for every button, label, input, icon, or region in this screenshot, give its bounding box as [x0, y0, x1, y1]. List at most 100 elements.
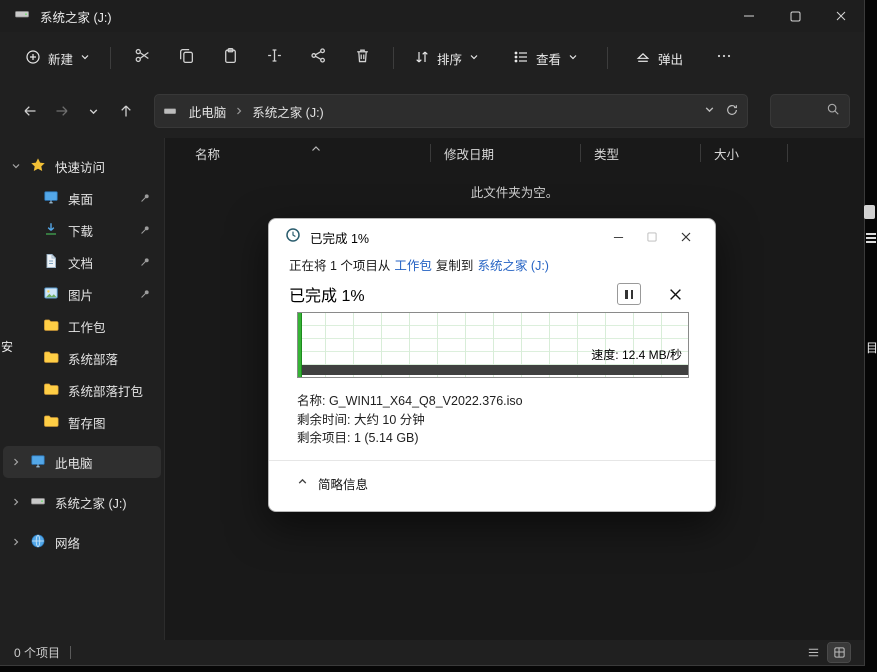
- sidebar-item-label: 暂存图: [68, 413, 106, 432]
- close-button[interactable]: [818, 0, 864, 32]
- status-separator: [70, 646, 71, 659]
- maximize-button[interactable]: [772, 0, 818, 32]
- sidebar-item-documents[interactable]: 文档: [3, 246, 161, 278]
- sort-ascending-icon: [311, 140, 321, 158]
- desktop: 安 目 系统之家 (J:) 新建: [0, 0, 877, 672]
- sidebar-item-network[interactable]: 网络: [3, 526, 161, 558]
- address-bar[interactable]: 此电脑 系统之家 (J:): [154, 94, 748, 128]
- location-drive-icon: [163, 104, 177, 118]
- sidebar-item-drive-j[interactable]: 系统之家 (J:): [3, 486, 161, 518]
- sidebar-item-folder-xitongbuluo[interactable]: 系统部落: [3, 342, 161, 374]
- progress-fill: [298, 313, 302, 377]
- chevron-down-icon: [11, 161, 21, 171]
- more-button[interactable]: [702, 40, 746, 76]
- dialog-maximize-button: [635, 222, 669, 252]
- sidebar-item-pictures[interactable]: 图片: [3, 278, 161, 310]
- column-header-size[interactable]: 大小: [700, 144, 788, 162]
- column-headers: 名称 修改日期 类型 大小: [165, 138, 864, 168]
- desktop-icon-fragment-label: 安: [1, 338, 13, 355]
- items-remaining-line: 剩余项目: 1 (5.14 GB): [297, 429, 715, 448]
- picture-icon: [43, 285, 59, 304]
- chart-bottom-band: [298, 365, 688, 375]
- cancel-copy-button[interactable]: [663, 283, 687, 305]
- new-button[interactable]: 新建: [14, 41, 101, 76]
- item-count: 0 个项目: [14, 644, 60, 661]
- breadcrumb-drive[interactable]: 系统之家 (J:): [245, 98, 331, 125]
- sidebar: 快速访问 桌面 下载 文档: [0, 138, 165, 640]
- dialog-title-bar: 已完成 1%: [269, 219, 715, 255]
- sort-button[interactable]: 排序: [403, 41, 490, 76]
- more-dots-icon: [716, 48, 732, 69]
- pin-icon: [139, 256, 151, 268]
- column-header-date[interactable]: 修改日期: [430, 144, 580, 162]
- minimize-button[interactable]: [726, 0, 772, 32]
- rename-icon: [266, 47, 283, 69]
- eject-button-label: 弹出: [658, 49, 683, 68]
- column-header-name[interactable]: 名称: [165, 144, 430, 162]
- pause-icon: [631, 290, 634, 299]
- paste-button[interactable]: [208, 40, 252, 76]
- sidebar-item-folder-xitongbuluodabao[interactable]: 系统部落打包: [3, 374, 161, 406]
- sidebar-item-this-pc[interactable]: 此电脑: [3, 446, 161, 478]
- sidebar-item-label: 下载: [68, 221, 93, 240]
- breadcrumb-this-pc[interactable]: 此电脑: [182, 98, 234, 125]
- column-header-type[interactable]: 类型: [580, 144, 700, 162]
- recent-locations-button[interactable]: [78, 95, 110, 127]
- download-icon: [43, 221, 59, 240]
- copy-clock-icon: [285, 227, 301, 248]
- details-view-button[interactable]: [802, 643, 824, 662]
- command-bar: 新建 排序 查看 弹出: [0, 32, 864, 84]
- sidebar-item-label: 图片: [68, 285, 93, 304]
- star-icon: [30, 157, 46, 176]
- plus-circle-icon: [25, 49, 41, 68]
- search-input[interactable]: [770, 94, 850, 128]
- dialog-title: 已完成 1%: [310, 228, 369, 247]
- chevron-right-icon: [11, 457, 21, 467]
- sidebar-item-label: 系统部落打包: [68, 381, 143, 400]
- forward-button[interactable]: [46, 95, 78, 127]
- view-button[interactable]: 查看: [502, 41, 589, 76]
- transfer-speed-chart: 速度: 12.4 MB/秒: [297, 312, 689, 378]
- sidebar-item-quick-access[interactable]: 快速访问: [3, 150, 161, 182]
- folder-icon: [43, 413, 59, 432]
- sidebar-item-folder-zancuntu[interactable]: 暂存图: [3, 406, 161, 438]
- sidebar-item-folder-gongzuobao[interactable]: 工作包: [3, 310, 161, 342]
- pin-icon: [139, 224, 151, 236]
- copy-button[interactable]: [164, 40, 208, 76]
- chevron-down-icon: [469, 51, 479, 65]
- dialog-minimize-button[interactable]: [601, 222, 635, 252]
- sidebar-item-label: 网络: [55, 533, 80, 552]
- dialog-close-button[interactable]: [669, 222, 703, 252]
- chevron-right-icon: [11, 497, 21, 507]
- file-name-line: 名称: G_WIN11_X64_Q8_V2022.376.iso: [297, 392, 715, 411]
- refresh-icon[interactable]: [725, 103, 739, 120]
- copy-status-prefix: 正在将 1 个项目从: [289, 255, 390, 274]
- cut-button[interactable]: [120, 40, 164, 76]
- pause-button[interactable]: [617, 283, 641, 305]
- toolbar-separator: [110, 47, 111, 69]
- up-button[interactable]: [110, 95, 142, 127]
- new-button-label: 新建: [48, 49, 73, 68]
- chevron-down-icon: [568, 51, 578, 65]
- details-toggle-label: 简略信息: [318, 474, 368, 493]
- sidebar-item-desktop[interactable]: 桌面: [3, 182, 161, 214]
- chevron-up-icon: [297, 476, 308, 490]
- sidebar-item-label: 系统部落: [68, 349, 118, 368]
- status-bar: 0 个项目: [0, 640, 864, 665]
- copy-status-line: 正在将 1 个项目从 工作包 复制到 系统之家 (J:): [269, 255, 715, 274]
- large-icons-view-button[interactable]: [828, 643, 850, 662]
- eject-button[interactable]: 弹出: [624, 41, 694, 76]
- sidebar-item-label: 此电脑: [55, 453, 93, 472]
- copy-destination-link[interactable]: 系统之家 (J:): [477, 255, 549, 274]
- copy-icon: [178, 47, 195, 69]
- delete-button[interactable]: [340, 40, 384, 76]
- copy-source-link[interactable]: 工作包: [394, 255, 432, 274]
- details-toggle[interactable]: 简略信息: [269, 461, 715, 493]
- empty-folder-message: 此文件夹为空。: [165, 182, 864, 201]
- address-dropdown-icon[interactable]: [704, 104, 715, 118]
- share-button[interactable]: [296, 40, 340, 76]
- network-icon: [30, 533, 46, 552]
- rename-button[interactable]: [252, 40, 296, 76]
- sidebar-item-downloads[interactable]: 下载: [3, 214, 161, 246]
- back-button[interactable]: [14, 95, 46, 127]
